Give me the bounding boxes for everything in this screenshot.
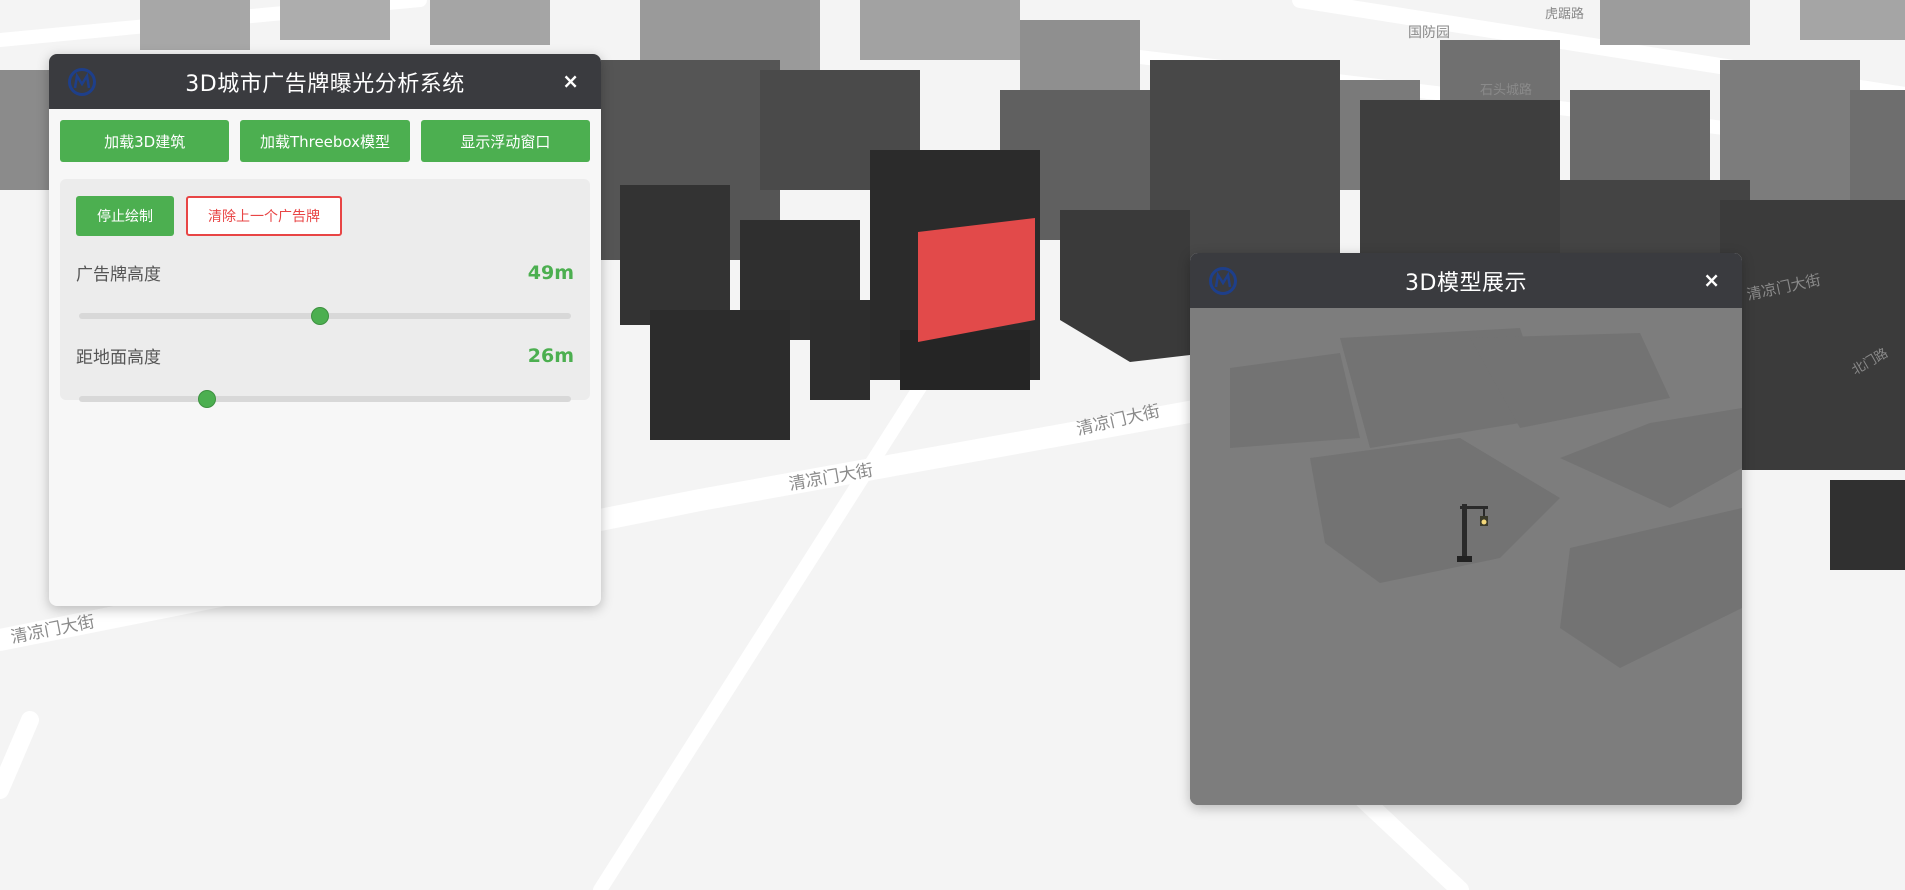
- metro-logo-icon: [67, 67, 97, 97]
- model-panel-title: 3D模型展示: [1405, 270, 1527, 296]
- draw-controls: 停止绘制 清除上一个广告牌: [76, 196, 574, 236]
- load-3d-buildings-button[interactable]: 加载3D建筑: [60, 120, 230, 162]
- ground-height-control: 距地面高度 26m: [76, 343, 574, 408]
- close-icon[interactable]: ×: [1703, 267, 1720, 293]
- toolbar: 加载3D建筑 加载Threebox模型 显示浮动窗口: [49, 109, 601, 162]
- load-threebox-model-button[interactable]: 加载Threebox模型: [240, 120, 410, 162]
- billboard-draw-section: 停止绘制 清除上一个广告牌 广告牌高度 49m 距地面高度 26m: [60, 179, 590, 408]
- model-panel-header[interactable]: 3D模型展示 ×: [1190, 253, 1742, 308]
- billboard-height-control: 广告牌高度 49m: [76, 260, 574, 325]
- billboard-height-value: 49m: [527, 261, 574, 284]
- model-display-panel: 3D模型展示 ×: [1190, 253, 1742, 805]
- ground-height-value: 26m: [527, 344, 574, 367]
- billboard-height-slider[interactable]: [79, 307, 571, 325]
- clear-last-billboard-button[interactable]: 清除上一个广告牌: [186, 196, 342, 236]
- control-panel-header[interactable]: 3D城市广告牌曝光分析系统 ×: [49, 54, 601, 109]
- ground-height-label: 距地面高度: [76, 348, 161, 368]
- control-panel-title: 3D城市广告牌曝光分析系统: [185, 71, 465, 97]
- metro-logo-icon: [1208, 266, 1238, 296]
- show-floating-window-button[interactable]: 显示浮动窗口: [420, 120, 590, 162]
- slider-thumb[interactable]: [197, 390, 216, 408]
- close-icon[interactable]: ×: [562, 68, 579, 94]
- stop-drawing-button[interactable]: 停止绘制: [76, 196, 174, 236]
- control-panel: 3D城市广告牌曝光分析系统 × 加载3D建筑 加载Threebox模型 显示浮动…: [49, 54, 601, 606]
- road-label: 国防园: [1408, 25, 1450, 41]
- slider-thumb[interactable]: [311, 307, 330, 325]
- road-label: 虎踞路: [1545, 6, 1584, 22]
- ground-height-slider[interactable]: [79, 390, 571, 408]
- billboard-height-label: 广告牌高度: [76, 265, 161, 285]
- road-label: 石头城路: [1480, 82, 1532, 98]
- model-viewport[interactable]: [1190, 308, 1742, 805]
